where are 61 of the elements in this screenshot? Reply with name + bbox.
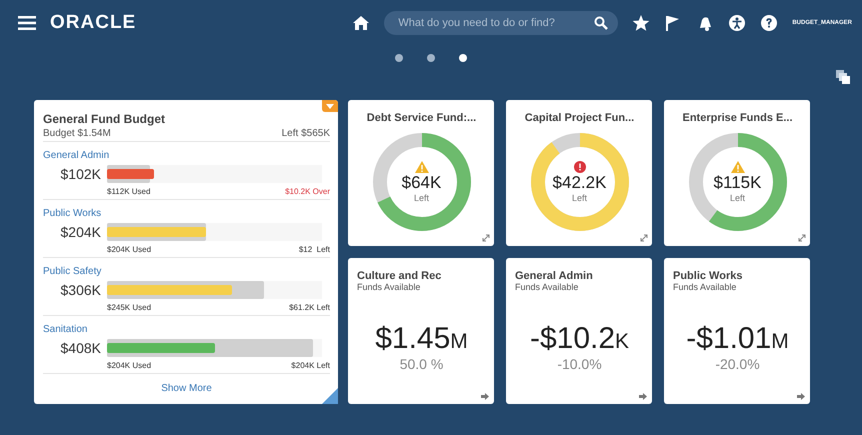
funds-amount: $1.45M [374, 322, 469, 356]
page-dot[interactable] [395, 54, 403, 62]
category-link[interactable]: Public Safety [43, 266, 102, 277]
expand-icon[interactable] [482, 234, 490, 242]
search-icon[interactable] [594, 16, 608, 30]
home-icon[interactable] [352, 14, 370, 32]
search-field[interactable]: What do you need to do or find? [384, 11, 618, 35]
funds-percent: -20.0% [714, 356, 761, 372]
used-amount: $204K Used [107, 361, 152, 370]
card-title: Capital Project Fun... [524, 112, 634, 124]
category-amount: $204K [60, 224, 101, 240]
oracle-logo: ORACLE [50, 12, 136, 34]
page-dot[interactable] [459, 54, 467, 62]
card-title: General Fund Budget [43, 112, 166, 126]
card-title: Culture and Rec [357, 270, 442, 282]
donut-caption: Left [572, 193, 587, 203]
card-title: General Admin [515, 270, 594, 282]
remaining-amount: $10.2K Over [285, 187, 330, 196]
donut-caption: Left [730, 193, 745, 203]
expand-icon[interactable] [640, 234, 648, 242]
card-subtitle: Funds Available [673, 282, 738, 292]
remaining-amount: $12 Left [298, 245, 330, 254]
funds-percent: -10.0% [556, 356, 603, 372]
page-dot[interactable] [427, 54, 435, 62]
donut-value: $64K [402, 173, 442, 193]
star-icon[interactable] [632, 14, 650, 32]
card-title: Debt Service Fund:... [366, 112, 476, 124]
donut-caption: Left [414, 193, 429, 203]
arrow-right-icon[interactable] [797, 393, 805, 400]
category-link[interactable]: General Admin [43, 150, 110, 161]
budget-total: Budget $1.54M [43, 128, 111, 139]
card-title: Public Works [673, 270, 744, 282]
category-amount: $102K [60, 166, 101, 182]
card-subtitle: Funds Available [515, 282, 580, 292]
category-link[interactable]: Sanitation [43, 324, 88, 335]
funds-percent: 50.0 % [398, 356, 444, 372]
funds-amount: -$10.2K [528, 322, 630, 356]
accessibility-icon[interactable] [728, 14, 746, 32]
pages-icon[interactable] [836, 70, 850, 84]
resize-icon[interactable] [322, 388, 338, 404]
remaining-amount: $61.2K Left [289, 303, 330, 312]
donut-value: $42.2K [552, 173, 606, 193]
remaining-amount: $204K Left [291, 361, 330, 370]
expand-icon[interactable] [798, 234, 806, 242]
card-title: Enterprise Funds E... [682, 112, 793, 124]
help-icon[interactable] [760, 14, 778, 32]
card-subtitle: Funds Available [357, 282, 422, 292]
budget-left: Left $565K [282, 128, 330, 139]
caret-icon [326, 104, 334, 108]
category-amount: $408K [60, 340, 101, 356]
donut-value: $115K [714, 173, 762, 193]
funds-amount: -$1.01M [685, 322, 790, 356]
category-amount: $306K [60, 282, 101, 298]
used-amount: $112K Used [107, 187, 150, 196]
used-amount: $204K Used [107, 245, 152, 254]
arrow-right-icon[interactable] [481, 393, 489, 400]
menu-icon[interactable] [18, 16, 36, 30]
category-link[interactable]: Public Works [43, 208, 102, 219]
used-amount: $245K Used [107, 303, 152, 312]
show-more-link[interactable]: Show More [161, 383, 212, 394]
arrow-right-icon[interactable] [639, 393, 647, 400]
